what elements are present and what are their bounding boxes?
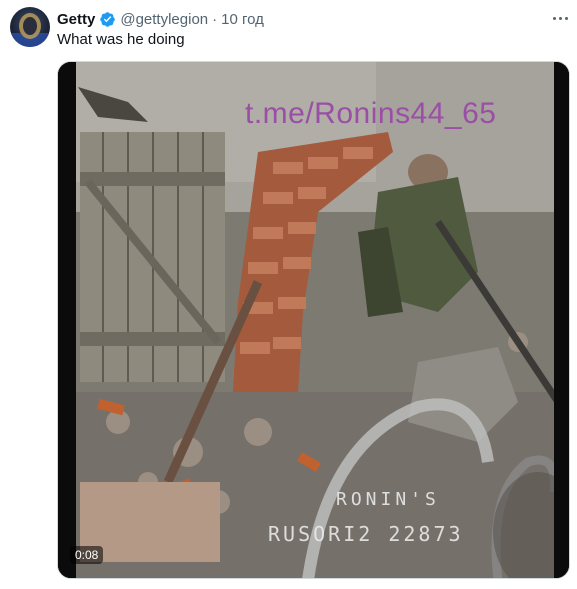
- tweet: Getty @gettylegion · 10 год What was he …: [0, 0, 577, 589]
- watermark-text: t.me/Ronins44_65: [245, 97, 497, 130]
- author-name[interactable]: Getty: [57, 11, 95, 28]
- tweet-header: Getty @gettylegion · 10 год: [57, 9, 264, 29]
- avatar[interactable]: [10, 7, 50, 47]
- more-dot: [564, 16, 568, 20]
- avatar-emblem-inner: [23, 17, 37, 35]
- video-duration: 0:08: [70, 546, 104, 564]
- author-handle[interactable]: @gettylegion: [120, 11, 208, 28]
- tweet-text: What was he doing: [57, 31, 185, 48]
- more-options-icon[interactable]: [551, 9, 569, 27]
- separator: ·: [212, 10, 218, 28]
- timestamp[interactable]: 10 год: [221, 11, 264, 28]
- verified-badge-icon: [100, 11, 116, 27]
- more-dot: [552, 16, 556, 20]
- osd-line-1: RONIN'S: [336, 489, 440, 510]
- video-player[interactable]: t.me/Ronins44_65 RONIN'S RUSORI2 22873 0…: [57, 61, 570, 579]
- osd-line-2: RUSORI2 22873: [268, 522, 464, 546]
- video-frame: [58, 62, 569, 578]
- more-dot: [558, 16, 562, 20]
